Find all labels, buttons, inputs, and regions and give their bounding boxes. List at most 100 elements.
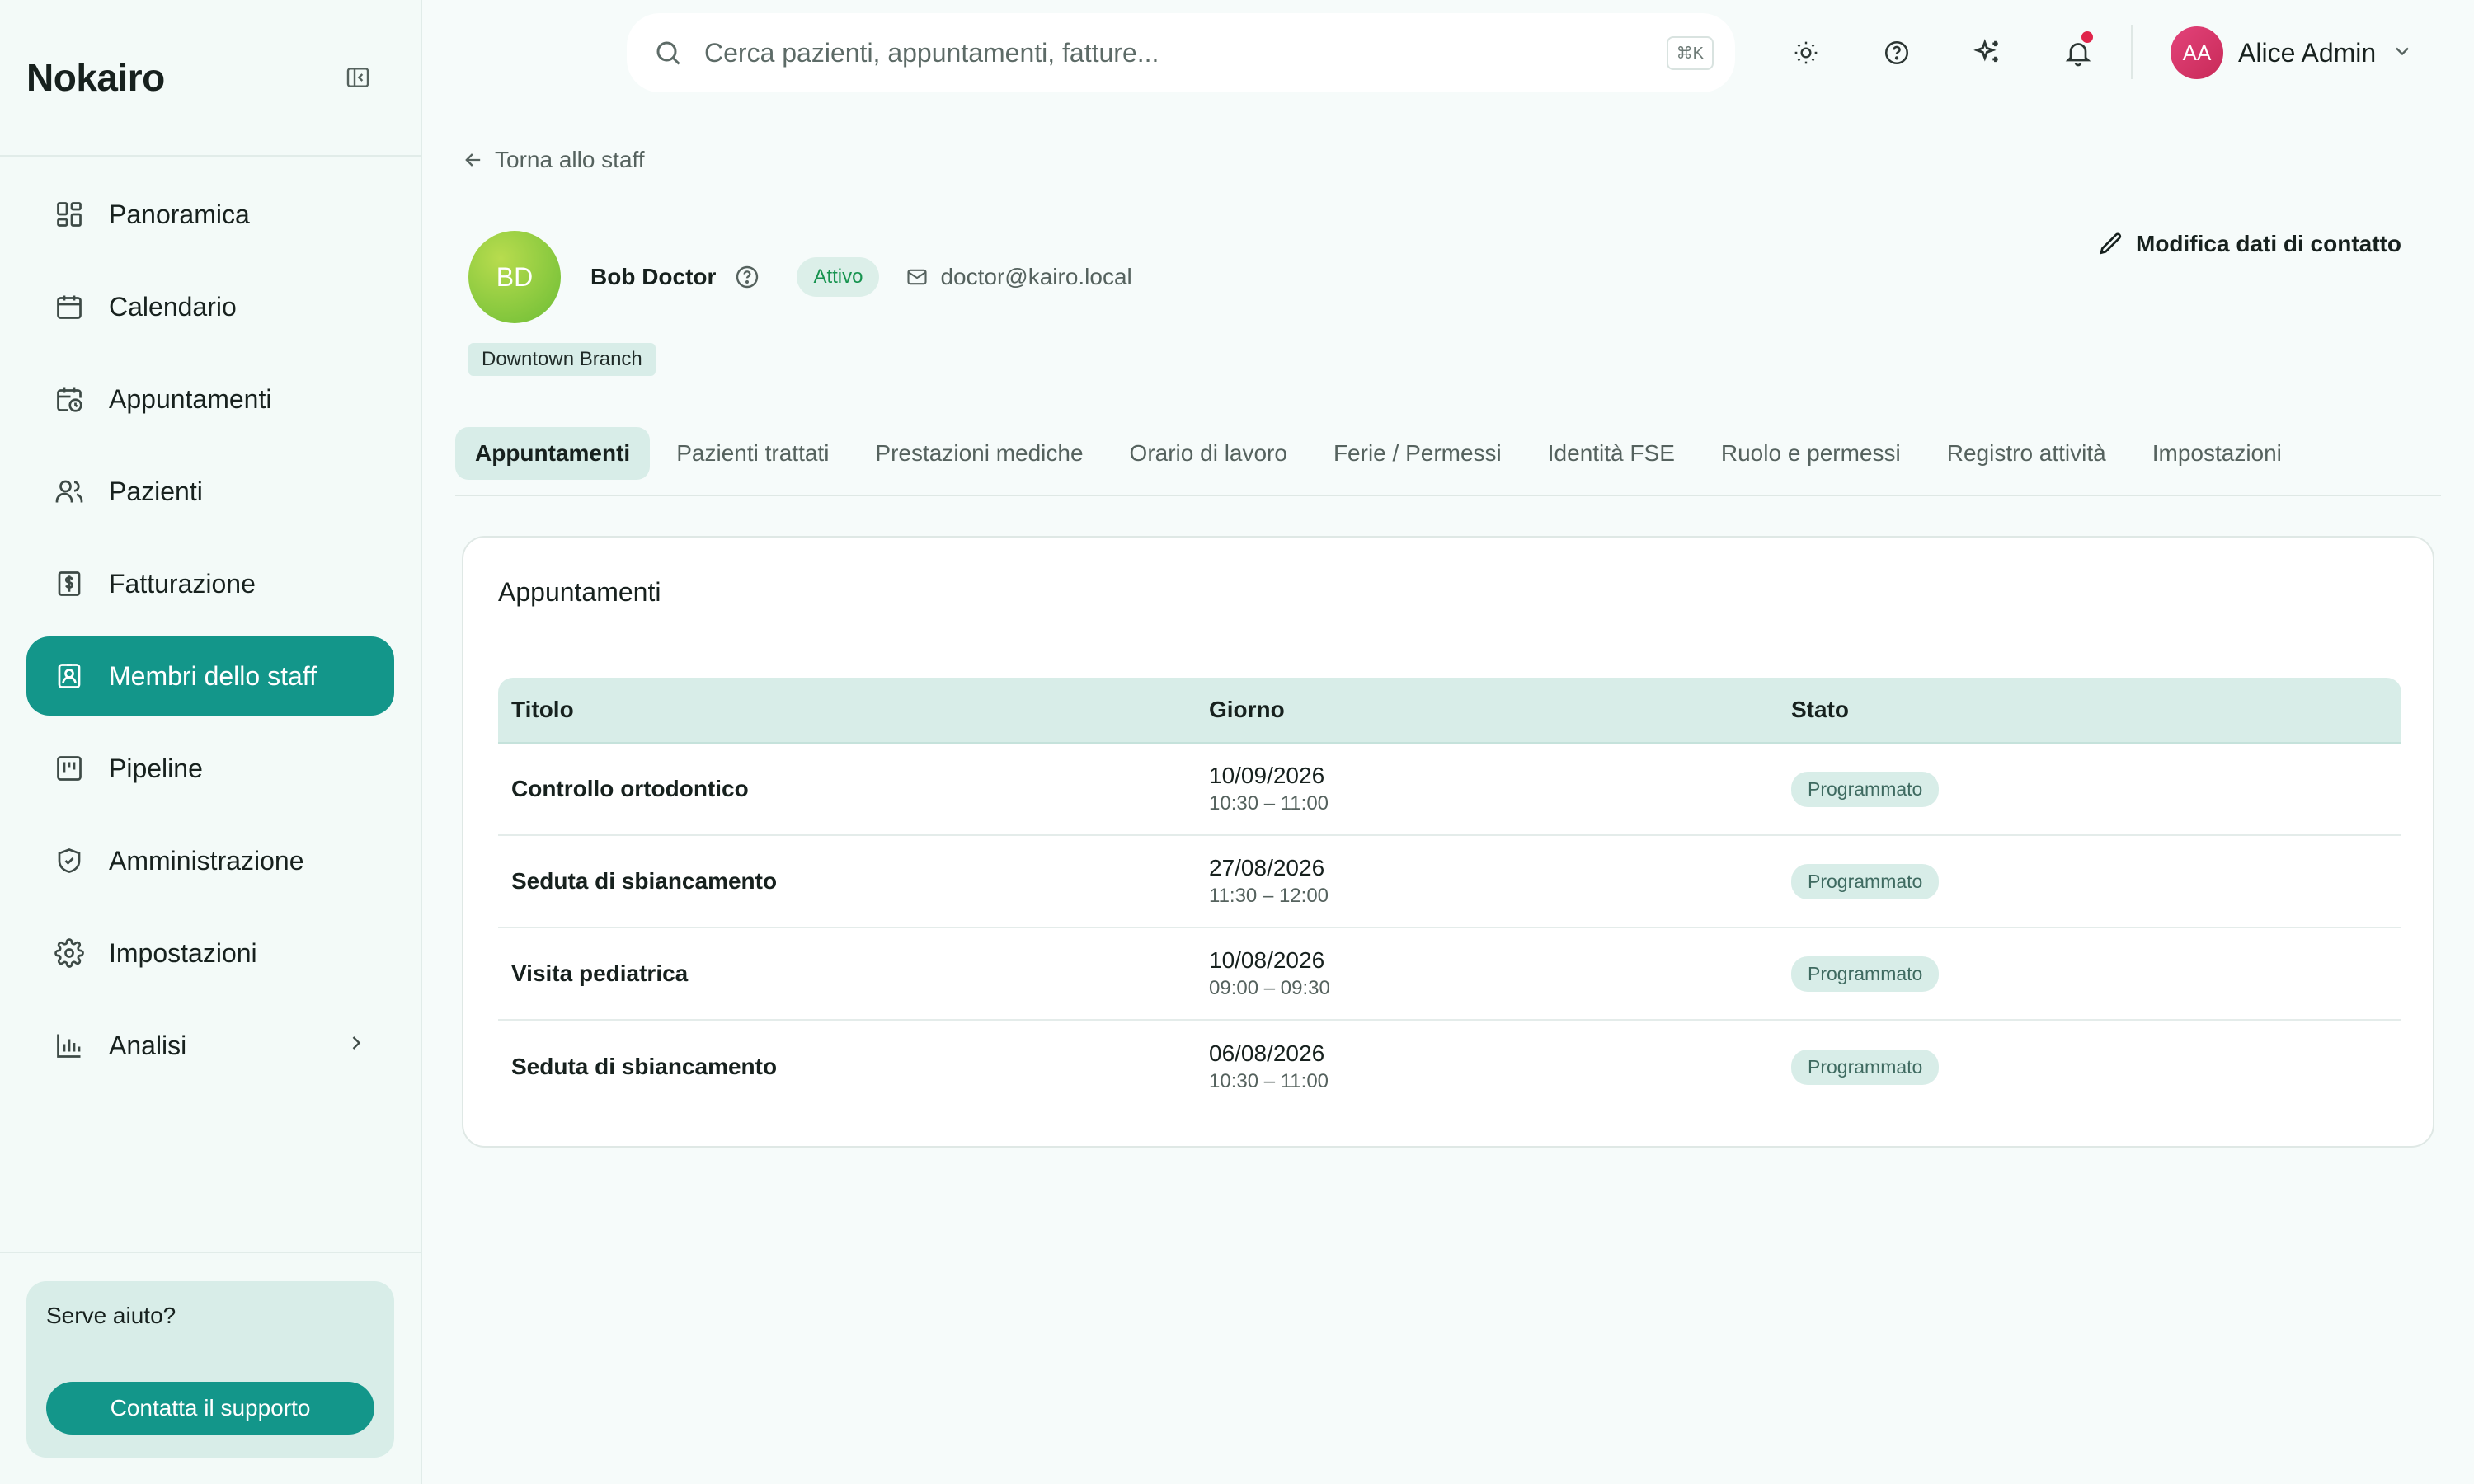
- back-to-staff-link[interactable]: Torna allo staff: [462, 147, 645, 173]
- bar-chart-icon: [53, 1029, 86, 1062]
- status-badge: Programmato: [1791, 956, 1940, 992]
- tab-orario-lavoro[interactable]: Orario di lavoro: [1110, 427, 1307, 480]
- bell-icon[interactable]: [2053, 28, 2103, 77]
- appointment-status: Programmato: [1791, 771, 2401, 807]
- sidebar-item-label: Pazienti: [109, 476, 203, 506]
- tab-registro-attivita[interactable]: Registro attività: [1927, 427, 2126, 480]
- help-title: Serve aiuto?: [46, 1303, 176, 1328]
- appointment-time: 11:30 – 12:00: [1209, 885, 1329, 907]
- table-header: Titolo Giorno Stato: [498, 678, 2401, 744]
- tab-ruolo-permessi[interactable]: Ruolo e permessi: [1701, 427, 1921, 480]
- back-link-label: Torna allo staff: [495, 147, 645, 172]
- theme-toggle-icon[interactable]: [1781, 28, 1831, 77]
- appointment-status: Programmato: [1791, 863, 2401, 899]
- shield-icon: [53, 844, 86, 877]
- column-header-titolo[interactable]: Titolo: [498, 697, 1209, 723]
- sidebar-item-membri-staff[interactable]: Membri dello staff: [26, 636, 394, 716]
- search-icon: [653, 36, 686, 69]
- id-badge-icon: [53, 660, 86, 693]
- contact-support-button[interactable]: Contatta il supporto: [46, 1382, 374, 1435]
- status-badge: Programmato: [1791, 1049, 1940, 1085]
- sidebar-item-label: Analisi: [109, 1030, 187, 1060]
- edit-contact-label: Modifica dati di contatto: [2136, 231, 2401, 256]
- appointment-date: 06/08/2026: [1209, 1040, 1325, 1066]
- user-menu[interactable]: AA Alice Admin: [2171, 26, 2414, 79]
- help-icon[interactable]: [1872, 28, 1921, 77]
- column-header-giorno[interactable]: Giorno: [1209, 697, 1791, 723]
- sidebar-item-label: Membri dello staff: [109, 660, 317, 691]
- brand-row: Nokairo: [0, 0, 421, 157]
- sidebar-item-pazienti[interactable]: Pazienti: [26, 452, 394, 531]
- sidebar: Nokairo Panoramica Calendario Appuntamen…: [0, 0, 422, 1484]
- sidebar-nav: Panoramica Calendario Appuntamenti Pazie…: [0, 157, 421, 1085]
- sidebar-item-fatturazione[interactable]: Fatturazione: [26, 544, 394, 623]
- appointment-status: Programmato: [1791, 1049, 2401, 1085]
- table-row[interactable]: Controllo ortodontico 10/09/2026 10:30 –…: [498, 744, 2401, 836]
- profile-tabs: Appuntamenti Pazienti trattati Prestazio…: [455, 427, 2441, 496]
- sidebar-collapse-icon[interactable]: [341, 61, 374, 94]
- shortcut-badge: ⌘K: [1666, 35, 1714, 70]
- table-row[interactable]: Visita pediatrica 10/08/2026 09:00 – 09:…: [498, 928, 2401, 1021]
- dashboard-icon: [53, 198, 86, 231]
- appointment-title: Controllo ortodontico: [511, 776, 749, 801]
- tab-appuntamenti[interactable]: Appuntamenti: [455, 427, 651, 480]
- help-card: Serve aiuto? Contatta il supporto: [26, 1281, 394, 1458]
- sidebar-item-impostazioni[interactable]: Impostazioni: [26, 913, 394, 993]
- users-icon: [53, 475, 86, 508]
- chevron-right-icon: [345, 1031, 368, 1061]
- sidebar-item-panoramica[interactable]: Panoramica: [26, 175, 394, 254]
- sidebar-item-appuntamenti[interactable]: Appuntamenti: [26, 359, 394, 439]
- pencil-icon: [2098, 231, 2124, 257]
- tab-prestazioni-mediche[interactable]: Prestazioni mediche: [855, 427, 1103, 480]
- table-row[interactable]: Seduta di sbiancamento 06/08/2026 10:30 …: [498, 1021, 2401, 1113]
- sparkles-icon[interactable]: [1963, 28, 2012, 77]
- top-actions: [1781, 28, 2144, 77]
- profile-header: BD Bob Doctor Attivo doctor@kairo.local: [468, 231, 1132, 323]
- notification-dot: [2081, 31, 2093, 43]
- email-link[interactable]: doctor@kairo.local: [905, 264, 1132, 290]
- column-header-stato[interactable]: Stato: [1791, 697, 2401, 723]
- table-row[interactable]: Seduta di sbiancamento 27/08/2026 11:30 …: [498, 836, 2401, 928]
- search-bar[interactable]: ⌘K: [627, 13, 1735, 92]
- appointment-title: Seduta di sbiancamento: [511, 868, 778, 894]
- status-badge: Attivo: [797, 257, 880, 297]
- user-name: Alice Admin: [2238, 37, 2377, 68]
- staff-name: Bob Doctor: [590, 264, 717, 289]
- kanban-icon: [53, 752, 86, 785]
- appointments-table: Titolo Giorno Stato Controllo ortodontic…: [498, 678, 2401, 1113]
- sidebar-item-label: Impostazioni: [109, 937, 257, 968]
- appointment-date: 10/09/2026: [1209, 763, 1325, 788]
- tab-ferie-permessi[interactable]: Ferie / Permessi: [1314, 427, 1522, 480]
- appointment-day: 06/08/2026 10:30 – 11:00: [1209, 1040, 1791, 1093]
- tab-identita-fse[interactable]: Identità FSE: [1528, 427, 1695, 480]
- arrow-left-icon: [462, 148, 485, 171]
- edit-contact-button[interactable]: Modifica dati di contatto: [2098, 231, 2401, 257]
- appointment-day: 10/09/2026 10:30 – 11:00: [1209, 763, 1791, 815]
- appointment-title: Seduta di sbiancamento: [511, 1054, 778, 1079]
- sidebar-item-label: Pipeline: [109, 753, 203, 783]
- invoice-icon: [53, 567, 86, 600]
- sidebar-item-amministrazione[interactable]: Amministrazione: [26, 821, 394, 900]
- appointment-date: 10/08/2026: [1209, 947, 1325, 973]
- sidebar-item-calendario[interactable]: Calendario: [26, 267, 394, 346]
- info-help-icon[interactable]: [734, 264, 760, 290]
- search-input[interactable]: [704, 37, 1667, 68]
- appointment-status: Programmato: [1791, 956, 2401, 992]
- status-badge: Programmato: [1791, 863, 1940, 899]
- calendar-icon: [53, 290, 86, 323]
- appointment-day: 10/08/2026 09:00 – 09:30: [1209, 947, 1791, 1000]
- appointment-time: 10:30 – 11:00: [1209, 1070, 1329, 1092]
- sidebar-item-label: Fatturazione: [109, 568, 256, 599]
- card-title: Appuntamenti: [498, 577, 661, 607]
- sidebar-item-pipeline[interactable]: Pipeline: [26, 729, 394, 808]
- appointment-time: 09:00 – 09:30: [1209, 977, 1330, 999]
- tab-pazienti-trattati[interactable]: Pazienti trattati: [656, 427, 849, 480]
- sidebar-item-label: Amministrazione: [109, 845, 304, 876]
- appointment-date: 27/08/2026: [1209, 855, 1325, 881]
- sidebar-item-label: Appuntamenti: [109, 383, 272, 414]
- calendar-clock-icon: [53, 383, 86, 416]
- tab-impostazioni[interactable]: Impostazioni: [2133, 427, 2302, 480]
- appointment-day: 27/08/2026 11:30 – 12:00: [1209, 855, 1791, 908]
- status-badge: Programmato: [1791, 771, 1940, 807]
- sidebar-item-analisi[interactable]: Analisi: [26, 1006, 394, 1085]
